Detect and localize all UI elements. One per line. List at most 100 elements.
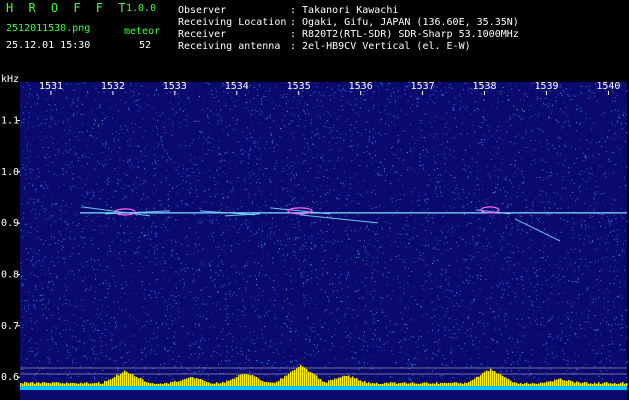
noise-speck <box>544 210 546 212</box>
noise-speck <box>472 290 474 292</box>
noise-speck <box>84 202 86 204</box>
noise-speck <box>41 260 43 262</box>
noise-speck <box>216 215 218 217</box>
noise-speck <box>434 248 436 250</box>
noise-speck <box>269 147 271 149</box>
noise-speck <box>44 256 46 258</box>
noise-speck <box>492 339 494 341</box>
noise-speck <box>586 139 587 141</box>
noise-speck <box>541 288 543 290</box>
noise-speck <box>187 245 189 247</box>
noise-speck <box>438 181 440 183</box>
noise-speck <box>312 86 314 88</box>
noise-speck <box>626 90 628 92</box>
noise-speck <box>123 184 125 186</box>
noise-speck <box>287 298 289 300</box>
noise-speck <box>59 333 61 335</box>
noise-speck <box>281 326 283 328</box>
noise-speck <box>342 87 344 89</box>
noise-speck <box>617 324 619 325</box>
noise-speck <box>167 306 168 308</box>
noise-speck <box>298 184 300 186</box>
noise-speck <box>449 289 451 291</box>
noise-speck <box>109 326 111 328</box>
noise-speck <box>568 280 570 282</box>
noise-speck <box>357 132 359 134</box>
noise-speck <box>505 218 507 220</box>
noise-speck <box>581 98 583 100</box>
noise-speck <box>37 276 39 278</box>
noise-speck <box>531 301 533 303</box>
noise-speck <box>456 100 458 102</box>
noise-speck <box>451 87 453 89</box>
noise-speck <box>272 217 273 219</box>
noise-speck <box>499 241 501 243</box>
noise-speck <box>345 230 347 232</box>
noise-speck <box>502 264 504 266</box>
noise-speck <box>287 274 289 276</box>
noise-speck <box>294 255 296 257</box>
noise-speck <box>548 320 550 322</box>
noise-speck <box>559 145 561 147</box>
noise-speck <box>386 295 388 297</box>
noise-speck <box>573 95 575 97</box>
noise-speck <box>610 337 612 339</box>
noise-speck <box>187 333 189 335</box>
noise-speck <box>613 139 615 141</box>
noise-speck <box>115 346 117 347</box>
noise-speck <box>294 115 295 117</box>
noise-speck <box>305 299 307 301</box>
noise-speck <box>84 348 86 350</box>
noise-speck <box>284 273 286 275</box>
noise-speck <box>392 87 394 89</box>
noise-speck <box>501 139 503 141</box>
noise-speck <box>220 354 222 356</box>
noise-speck <box>209 169 211 171</box>
noise-speck <box>379 368 381 370</box>
noise-speck <box>321 158 323 159</box>
noise-speck <box>305 242 307 244</box>
noise-speck <box>338 109 340 111</box>
noise-speck <box>106 116 108 118</box>
noise-speck <box>178 295 180 297</box>
noise-speck <box>476 161 478 163</box>
noise-speck <box>180 262 182 264</box>
noise-speck <box>585 118 587 120</box>
noise-speck <box>272 257 274 259</box>
noise-speck <box>351 357 353 359</box>
noise-speck <box>259 85 261 87</box>
noise-speck <box>37 156 39 158</box>
noise-speck <box>102 112 104 114</box>
noise-speck <box>594 95 596 97</box>
noise-speck <box>528 109 530 111</box>
noise-speck <box>391 350 393 352</box>
noise-speck <box>458 328 460 330</box>
noise-speck <box>265 311 267 313</box>
noise-speck <box>194 353 196 355</box>
noise-speck <box>474 245 476 247</box>
noise-speck <box>427 208 429 210</box>
noise-speck <box>366 260 368 262</box>
noise-speck <box>126 284 128 286</box>
noise-speck <box>256 89 258 91</box>
noise-speck <box>626 309 628 311</box>
noise-speck <box>555 96 557 98</box>
noise-speck <box>410 153 412 155</box>
noise-speck <box>280 342 282 344</box>
noise-speck <box>505 361 507 363</box>
noise-speck <box>76 128 78 130</box>
noise-speck <box>425 217 427 219</box>
noise-speck <box>193 139 195 141</box>
noise-speck <box>512 245 514 247</box>
noise-speck <box>51 233 53 235</box>
noise-speck <box>171 125 173 127</box>
noise-speck <box>34 355 36 357</box>
noise-speck <box>98 225 100 226</box>
noise-speck <box>551 112 553 114</box>
noise-speck <box>301 96 303 98</box>
noise-speck <box>296 237 298 239</box>
noise-speck <box>358 289 360 291</box>
noise-speck <box>175 169 177 171</box>
noise-speck <box>609 220 611 222</box>
noise-speck <box>189 145 190 147</box>
